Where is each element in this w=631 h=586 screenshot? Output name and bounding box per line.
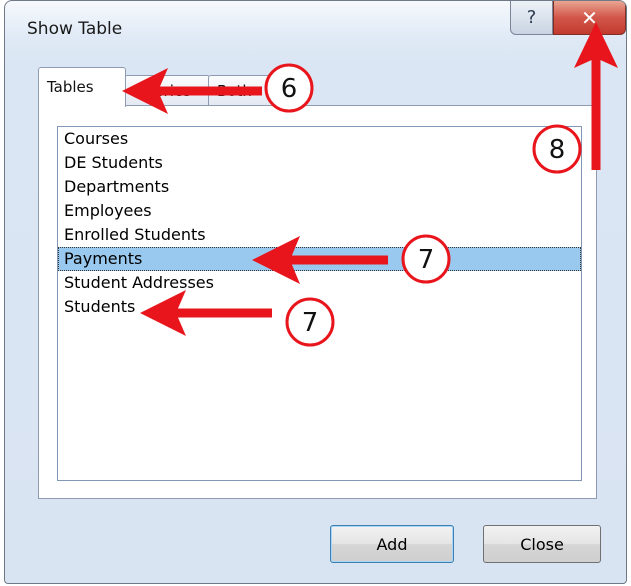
list-item[interactable]: Enrolled Students: [58, 223, 581, 247]
list-item[interactable]: Student Addresses: [58, 271, 581, 295]
window-close-button[interactable]: ✕: [553, 1, 626, 35]
tab-panel: Courses DE Students Departments Employee…: [38, 105, 597, 499]
close-icon: ✕: [581, 5, 598, 30]
show-table-dialog: Show Table ? ✕ Tables Queries Both Cours…: [4, 0, 627, 584]
add-button[interactable]: Add: [330, 525, 454, 563]
list-item-selected[interactable]: Payments: [58, 247, 581, 271]
tables-listbox[interactable]: Courses DE Students Departments Employee…: [57, 126, 582, 481]
help-icon: ?: [526, 7, 537, 28]
tab-queries[interactable]: Queries: [124, 75, 210, 105]
dialog-title: Show Table: [27, 19, 123, 39]
list-item[interactable]: Departments: [58, 175, 581, 199]
help-button[interactable]: ?: [510, 1, 553, 35]
list-item[interactable]: Students: [58, 295, 581, 319]
list-item[interactable]: Courses: [58, 127, 581, 151]
close-button[interactable]: Close: [483, 525, 601, 563]
list-item[interactable]: Employees: [58, 199, 581, 223]
list-item[interactable]: DE Students: [58, 151, 581, 175]
tab-tables[interactable]: Tables: [38, 67, 126, 107]
tab-both[interactable]: Both: [208, 75, 274, 105]
